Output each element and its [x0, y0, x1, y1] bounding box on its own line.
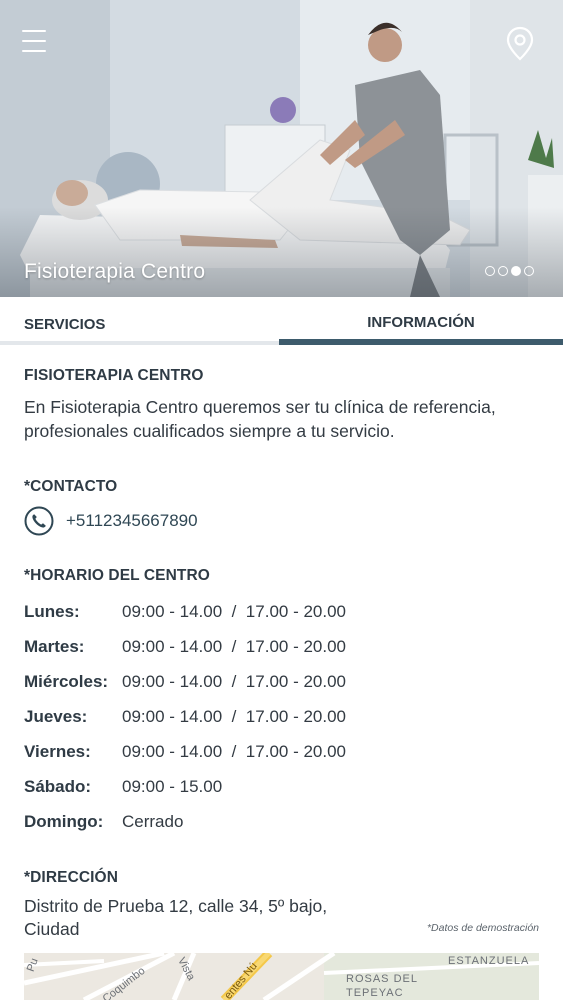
menu-line: [22, 50, 46, 52]
phone-icon: [24, 506, 54, 536]
carousel-indicator: [485, 266, 534, 276]
schedule-row: Jueves: 09:00 - 14.00 / 17.00 - 20.00: [24, 707, 539, 733]
schedule-day: Lunes:: [24, 602, 80, 621]
map-pin-icon[interactable]: [505, 26, 535, 62]
clinic-description: En Fisioterapia Centro queremos ser tu c…: [24, 397, 496, 441]
schedule-hours: 09:00 - 14.00 / 17.00 - 20.00: [122, 602, 346, 621]
schedule-hours: 09:00 - 14.00 / 17.00 - 20.00: [122, 742, 346, 761]
phone-link[interactable]: +5112345667890: [24, 504, 539, 538]
hamburger-menu-icon[interactable]: [22, 30, 46, 56]
carousel-dot[interactable]: [498, 266, 508, 276]
schedule-day: Martes:: [24, 637, 85, 656]
map-pin-glyph: [506, 26, 534, 61]
map-label: ESTANZUELA: [448, 955, 530, 967]
contact-heading: *CONTACTO: [24, 478, 118, 495]
tab-underline-active: [279, 339, 563, 345]
menu-line: [22, 30, 46, 32]
schedule-day: Jueves:: [24, 707, 88, 726]
schedule-hours: Cerrado: [122, 812, 184, 831]
carousel-dot-active[interactable]: [511, 266, 521, 276]
address-heading: *DIRECCIÓN: [24, 869, 119, 886]
schedule-hours: 09:00 - 14.00 / 17.00 - 20.00: [122, 637, 346, 656]
schedule-day: Miércoles:: [24, 672, 109, 691]
location-map[interactable]: ESTANZUELA ROSAS DEL TEPEYAC Coquimbo Vi…: [24, 953, 539, 1000]
demo-data-note: *Datos de demostración: [426, 922, 539, 934]
clinic-title: FISIOTERAPIA CENTRO: [24, 367, 204, 384]
hero-title: Fisioterapia Centro: [24, 260, 206, 283]
schedule-day: Domingo:: [24, 812, 104, 831]
address-text: Distrito de Prueba 12, calle 34, 5º bajo…: [24, 896, 328, 939]
schedule-day: Viernes:: [24, 742, 91, 761]
schedule-row: Viernes: 09:00 - 14.00 / 17.00 - 20.00: [24, 742, 539, 768]
schedule-row: Domingo: Cerrado: [24, 812, 539, 838]
schedule-hours: 09:00 - 14.00 / 17.00 - 20.00: [122, 672, 346, 691]
map-label: ROSAS DEL: [346, 973, 418, 985]
tab-underline-inactive: [0, 341, 279, 345]
map-label: TEPEYAC: [346, 987, 404, 999]
phone-number: +5112345667890: [66, 511, 198, 530]
schedule-hours: 09:00 - 15.00: [122, 777, 223, 796]
tab-bar: SERVICIOS INFORMACIÓN: [0, 297, 563, 349]
schedule-row: Miércoles: 09:00 - 14.00 / 17.00 - 20.00: [24, 672, 539, 698]
carousel-dot[interactable]: [485, 266, 495, 276]
schedule-row: Lunes: 09:00 - 14.00 / 17.00 - 20.00: [24, 602, 539, 628]
schedule-row: Martes: 09:00 - 14.00 / 17.00 - 20.00: [24, 637, 539, 663]
menu-line: [22, 40, 46, 42]
schedule-day: Sábado:: [24, 777, 92, 796]
carousel-dot[interactable]: [524, 266, 534, 276]
schedule-row: Sábado: 09:00 - 15.00: [24, 777, 539, 803]
schedule-heading: *HORARIO DEL CENTRO: [24, 567, 210, 584]
schedule-hours: 09:00 - 14.00 / 17.00 - 20.00: [122, 707, 346, 726]
hero-banner: Fisioterapia Centro: [0, 0, 563, 297]
